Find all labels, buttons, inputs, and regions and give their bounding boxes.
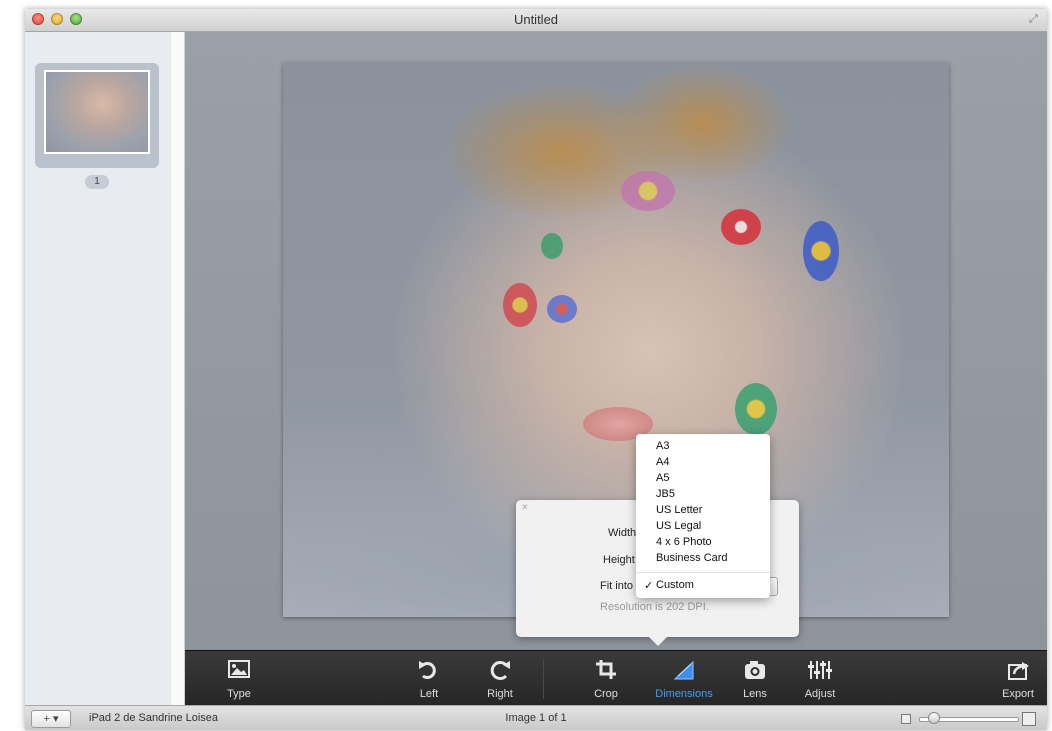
tool-rotate-right[interactable]: Right (475, 651, 525, 706)
camera-icon (733, 659, 777, 681)
dimensions-icon (647, 659, 721, 681)
tool-adjust[interactable]: Adjust (795, 651, 845, 706)
sidebar: 1 (25, 32, 172, 705)
tool-label: Adjust (804, 688, 836, 700)
menu-item-business-card[interactable]: Business Card (656, 552, 728, 564)
menu-item-a4[interactable]: A4 (656, 456, 669, 468)
window-title: Untitled (513, 12, 559, 27)
tool-label: Left (419, 688, 439, 700)
height-label: Height (603, 554, 635, 566)
crop-icon (583, 659, 629, 681)
tool-dimensions[interactable]: Dimensions (647, 651, 721, 706)
sidebar-divider[interactable] (171, 32, 185, 705)
zoom-slider-knob[interactable] (928, 712, 940, 724)
photo-icon (209, 659, 269, 681)
menu-item-custom[interactable]: Custom (656, 579, 694, 591)
close-icon[interactable]: × (522, 502, 528, 513)
zoom-in-icon[interactable] (1022, 712, 1036, 726)
menu-item-4x6-photo[interactable]: 4 x 6 Photo (656, 536, 712, 548)
tool-crop[interactable]: Crop (583, 651, 629, 706)
status-bar: + ▾ iPad 2 de Sandrine Loisea Image 1 of… (25, 705, 1047, 730)
menu-item-a3[interactable]: A3 (656, 440, 669, 452)
width-label: Width (608, 527, 637, 539)
menu-item-us-letter[interactable]: US Letter (656, 504, 702, 516)
thumbnail-item[interactable] (35, 63, 159, 168)
fullscreen-icon[interactable]: ⤢ (1029, 13, 1041, 25)
tool-label: Lens (743, 688, 767, 700)
export-icon (993, 659, 1043, 681)
tool-label: Type (227, 688, 251, 700)
rotate-left-icon (409, 659, 449, 681)
image-count: Image 1 of 1 (505, 712, 567, 724)
tool-export[interactable]: Export (993, 651, 1043, 706)
tool-rotate-left[interactable]: Left (409, 651, 449, 706)
toolbar-separator (543, 659, 544, 699)
tool-label: Export (1002, 688, 1034, 700)
title-bar: Untitled ⤢ (25, 9, 1047, 32)
menu-item-jb5[interactable]: JB5 (656, 488, 675, 500)
tool-type[interactable]: Type (209, 651, 269, 706)
tool-label: Crop (594, 688, 618, 700)
thumbnail-image[interactable] (44, 70, 150, 154)
tool-label: Right (487, 688, 513, 700)
menu-item-a5[interactable]: A5 (656, 472, 669, 484)
menu-separator (636, 572, 770, 573)
fit-into-menu: A3 A4 A5 JB5 US Letter US Legal 4 x 6 Ph… (636, 434, 770, 598)
tool-lens[interactable]: Lens (733, 651, 777, 706)
menu-item-us-legal[interactable]: US Legal (656, 520, 701, 532)
tool-label: Dimensions (655, 688, 713, 700)
zoom-out-icon[interactable] (901, 714, 911, 724)
popover-arrow (648, 636, 668, 646)
checkmark-icon: ✓ (644, 580, 654, 592)
bottom-toolbar: Type Left Right Crop Dimensions Lens Adj… (185, 650, 1047, 706)
app-window: Untitled ⤢ 1 Type Left Right Crop Dimens… (25, 9, 1047, 730)
rotate-right-icon (475, 659, 525, 681)
fit-into-label: Fit into (600, 580, 634, 592)
thumbnail-number: 1 (85, 175, 109, 189)
sliders-icon (795, 659, 845, 681)
resolution-text: Resolution is 202 DPI. (600, 601, 709, 613)
